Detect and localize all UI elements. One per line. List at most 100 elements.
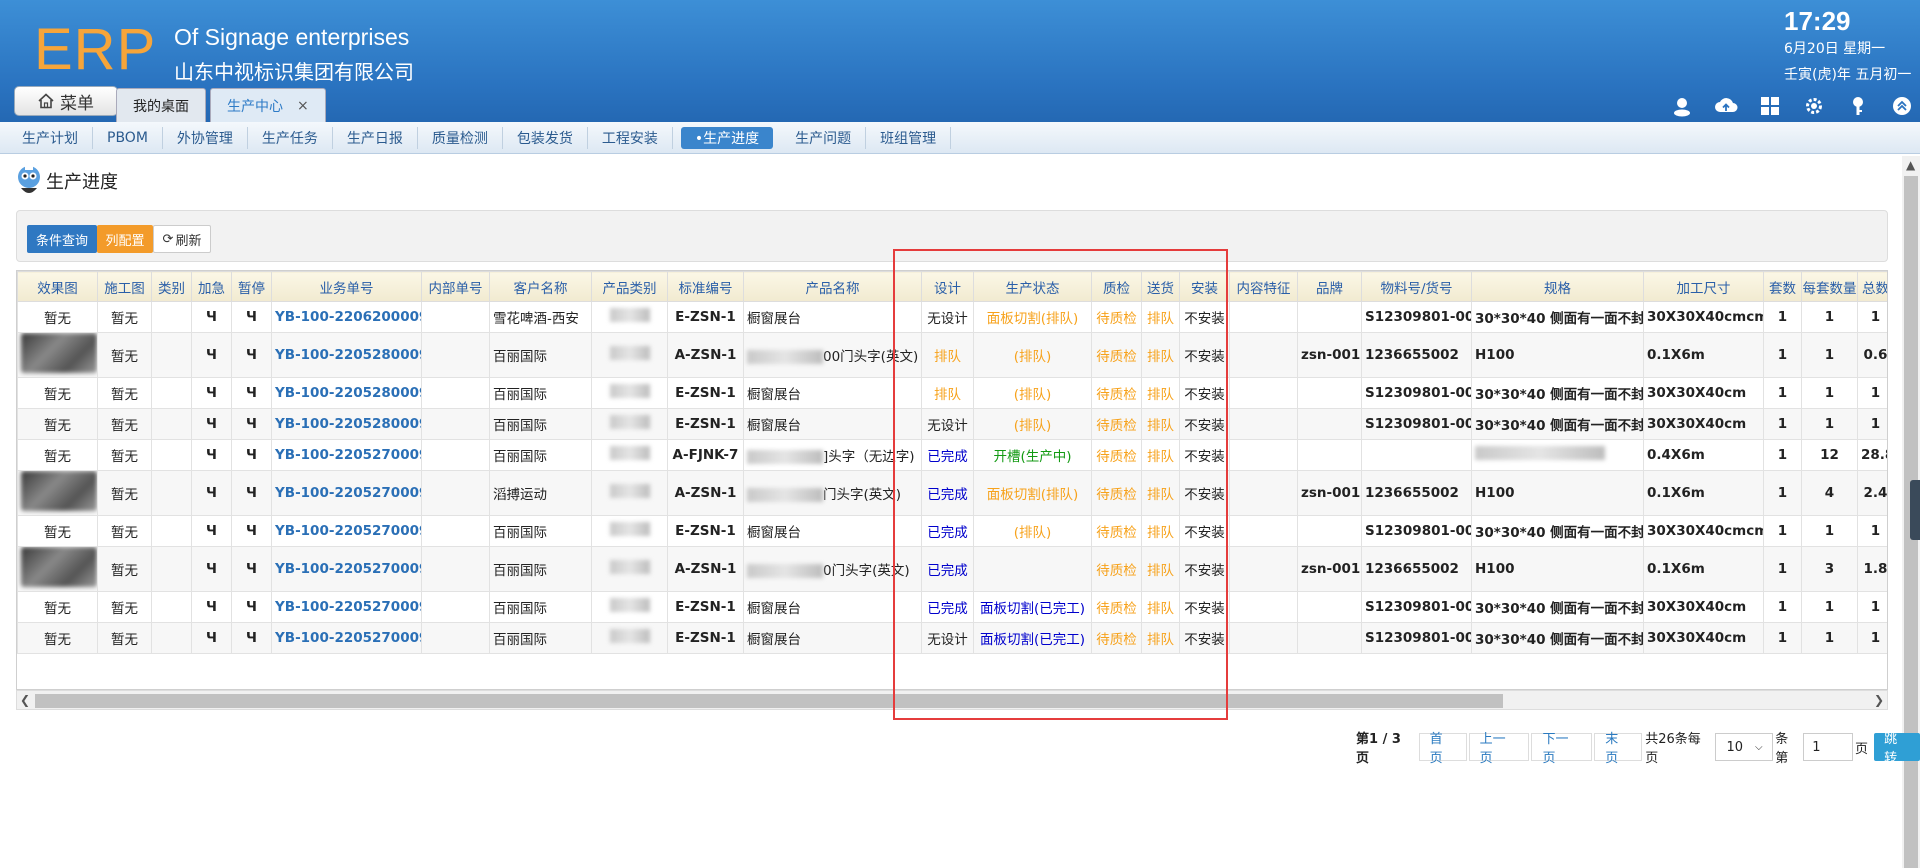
- standard-number-cell: E-ZSN-1: [667, 377, 744, 409]
- grid-icon[interactable]: [1748, 92, 1792, 120]
- column-header[interactable]: 标准编号: [667, 271, 744, 302]
- order-number-link[interactable]: YB-100-22052800096: [271, 377, 422, 409]
- category-cell: [151, 622, 192, 654]
- effect-thumbnail[interactable]: [21, 333, 97, 373]
- nav-item[interactable]: •生产进度: [680, 126, 774, 149]
- sets-cell: 1: [1763, 622, 1802, 654]
- side-panel-handle[interactable]: [1910, 480, 1920, 540]
- cell-text: 暂无: [111, 563, 138, 579]
- cell-text: 橱窗展台: [747, 311, 801, 327]
- redacted-block: [609, 560, 650, 574]
- column-header[interactable]: 品牌: [1297, 271, 1362, 302]
- content-feature-cell: [1229, 591, 1298, 623]
- category-cell: [151, 591, 192, 623]
- scroll-up-icon[interactable]: ▲: [1906, 156, 1915, 174]
- prev-page-button[interactable]: 上一页: [1468, 732, 1530, 766]
- column-header[interactable]: 加工尺寸: [1643, 271, 1764, 302]
- order-number-link[interactable]: YB-100-22062000097: [271, 301, 422, 333]
- cell-text: 橱窗展台: [747, 632, 801, 648]
- column-header[interactable]: 产品类别: [591, 271, 668, 302]
- cell-text: YB-100-22052800095: [275, 416, 421, 432]
- condition-query-button[interactable]: 条件查询: [27, 225, 97, 253]
- jump-button[interactable]: 跳转: [1874, 732, 1920, 766]
- process-size-cell: 30X30X40cm: [1643, 591, 1764, 623]
- column-header[interactable]: 加急: [191, 271, 232, 302]
- order-number-link[interactable]: YB-100-22052800095: [271, 408, 422, 440]
- column-header[interactable]: 内容特征: [1229, 271, 1298, 302]
- nav-item[interactable]: 班组管理: [866, 126, 952, 149]
- order-number-link[interactable]: YB-100-22052700092: [271, 515, 422, 547]
- material-number-cell: 1236655002: [1361, 470, 1472, 516]
- nav-item[interactable]: 工程安装: [588, 126, 673, 149]
- column-header[interactable]: 暂停: [231, 271, 272, 302]
- cell-text: YB-100-22052700091: [275, 599, 421, 615]
- key-icon[interactable]: [1836, 92, 1880, 120]
- cloud-upload-icon[interactable]: [1704, 92, 1748, 120]
- order-number-link[interactable]: YB-100-22052700091: [271, 591, 422, 623]
- column-header[interactable]: 总数: [1857, 271, 1887, 302]
- cell-text: 30*30*40 侧面有一面不封: [1475, 525, 1644, 541]
- column-header[interactable]: 类别: [151, 271, 192, 302]
- refresh-button[interactable]: ⟳ 刷新: [153, 225, 211, 253]
- order-number-link[interactable]: YB-100-22052800096: [271, 332, 422, 378]
- effect-thumbnail[interactable]: [21, 547, 97, 587]
- column-header[interactable]: 套数: [1763, 271, 1802, 302]
- scroll-left-icon[interactable]: ❮: [20, 691, 30, 709]
- cell-text: S12309801-003: [1365, 599, 1471, 615]
- cell-text: 暂无: [111, 387, 138, 403]
- column-header[interactable]: 内部单号: [421, 271, 490, 302]
- category-cell: [151, 546, 192, 592]
- first-page-button[interactable]: 首页: [1418, 732, 1467, 766]
- nav-item[interactable]: 包装发货: [503, 126, 588, 149]
- order-number-link[interactable]: YB-100-22052700090: [271, 622, 422, 654]
- column-header[interactable]: 每套数量: [1801, 271, 1858, 302]
- scroll-right-icon[interactable]: ❯: [1874, 691, 1884, 709]
- order-number-link[interactable]: YB-100-22052700093: [271, 470, 422, 516]
- process-size-cell: 0.4X6m: [1643, 439, 1764, 471]
- construction-drawing-cell: 暂无: [97, 408, 152, 440]
- column-header[interactable]: 客户名称: [489, 271, 592, 302]
- total-cell: 1: [1857, 377, 1887, 409]
- total-cell: 28.8: [1857, 439, 1887, 471]
- effect-thumbnail[interactable]: [21, 471, 97, 511]
- nav-item[interactable]: 生产日报: [333, 126, 418, 149]
- erp-logo: ERP: [34, 17, 157, 82]
- cell-text: 30*30*40 侧面有一面不封: [1475, 601, 1644, 617]
- column-header[interactable]: 效果图: [17, 271, 98, 302]
- column-header[interactable]: 规格: [1471, 271, 1644, 302]
- nav-item[interactable]: 生产问题: [781, 126, 867, 149]
- cell-text: 暂无: [44, 525, 71, 541]
- product-category-cell: [591, 439, 668, 471]
- cell-text: 1: [1777, 630, 1788, 646]
- customer-name-cell: 雪花啤酒-西安: [489, 301, 592, 333]
- order-number-link[interactable]: YB-100-22052700094: [271, 439, 422, 471]
- order-number-link[interactable]: YB-100-22052700091: [271, 546, 422, 592]
- last-page-button[interactable]: 末页: [1594, 732, 1643, 766]
- next-page-button[interactable]: 下一页: [1531, 732, 1593, 766]
- goto-page-input[interactable]: 1: [1803, 733, 1854, 761]
- nav-item[interactable]: 生产任务: [248, 126, 333, 149]
- nav-item[interactable]: 质量检测: [418, 126, 503, 149]
- collapse-icon[interactable]: [1880, 92, 1920, 120]
- cell-text: 1: [1824, 630, 1835, 646]
- user-icon[interactable]: [1660, 92, 1704, 120]
- page-size-select[interactable]: 10 ⌵: [1715, 733, 1774, 761]
- product-category-cell: [591, 301, 668, 333]
- nav-item[interactable]: 生产计划: [8, 126, 93, 149]
- urgent-cell: Ч: [191, 332, 232, 378]
- effect-image-cell: 暂无: [17, 439, 98, 471]
- tab-my-desktop[interactable]: 我的桌面: [116, 88, 206, 122]
- tab-production-center[interactable]: 生产中心 ×: [210, 88, 326, 122]
- menu-button[interactable]: 菜单: [14, 86, 118, 116]
- column-header[interactable]: 业务单号: [271, 271, 422, 302]
- horizontal-scroll-thumb[interactable]: [35, 694, 1503, 708]
- column-header[interactable]: 物料号/货号: [1361, 271, 1472, 302]
- close-icon[interactable]: ×: [297, 98, 309, 114]
- gear-icon[interactable]: [1792, 92, 1836, 120]
- cell-text: S12309801-003: [1365, 309, 1471, 325]
- cell-text: 1: [1777, 347, 1788, 363]
- column-header[interactable]: 施工图: [97, 271, 152, 302]
- column-config-button[interactable]: 列配置: [97, 225, 153, 253]
- nav-item[interactable]: PBOM: [93, 126, 163, 149]
- nav-item[interactable]: 外协管理: [163, 126, 248, 149]
